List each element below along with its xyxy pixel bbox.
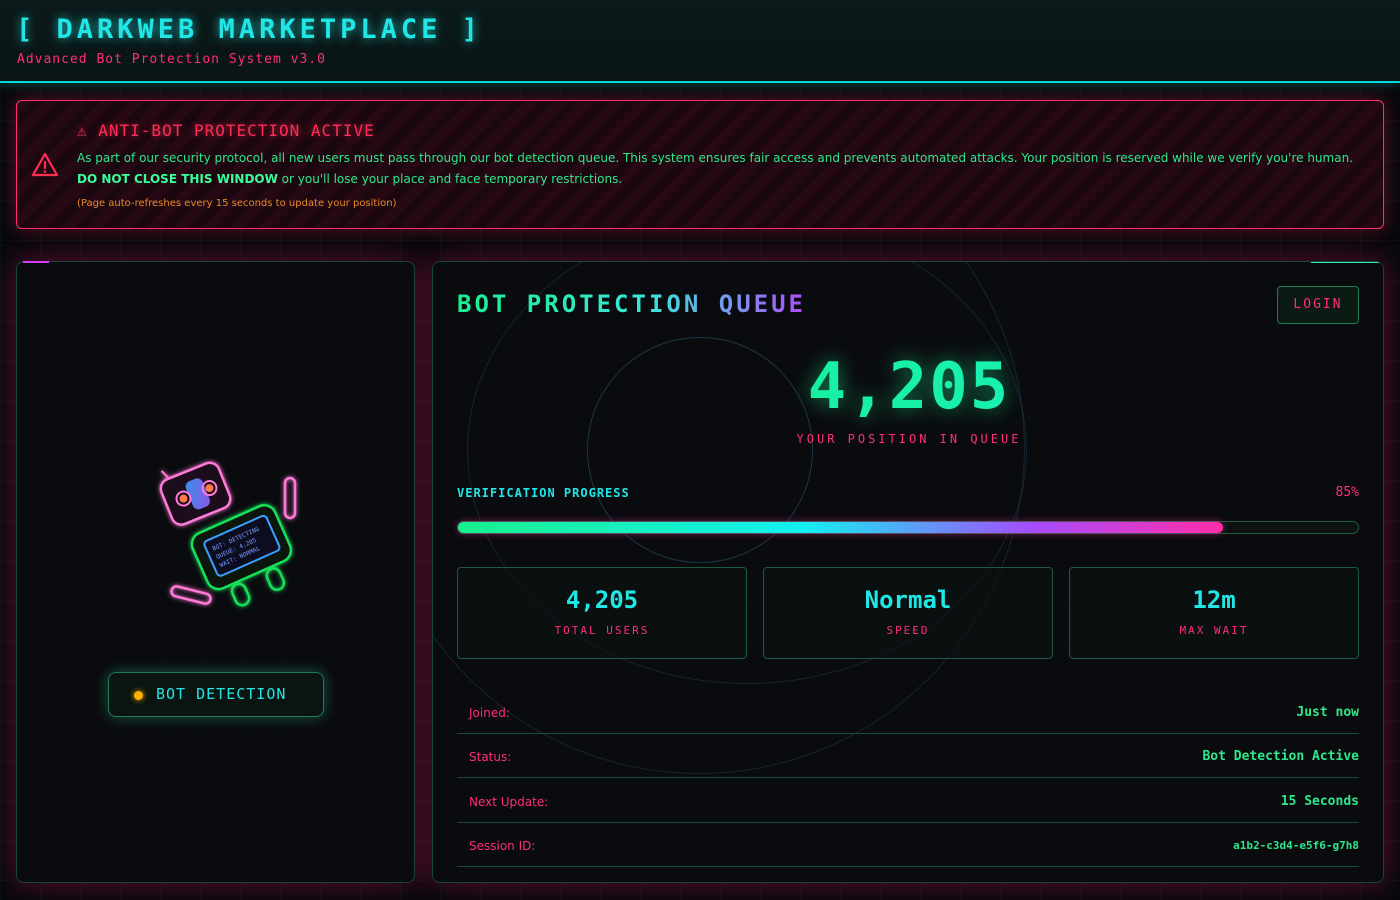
info-value: Bot Detection Active — [1202, 749, 1359, 764]
progress-bar — [457, 521, 1359, 534]
info-value: 15 Seconds — [1280, 794, 1359, 809]
progress-label: VERIFICATION PROGRESS — [457, 486, 630, 500]
info-key: Session ID: — [469, 839, 536, 853]
site-title: [ DARKWEB MARKETPLACE ] — [16, 14, 482, 45]
progress-bar-fill — [458, 522, 1223, 533]
progress-percent: 85% — [1335, 485, 1359, 500]
info-value: Just now — [1296, 705, 1359, 720]
info-key: Next Update: — [469, 795, 549, 809]
info-row-status: Status: Bot Detection Active — [457, 734, 1359, 778]
robot-illustration: BOT: DETECTING QUEUE: 4,205 WAIT: NORMAL — [159, 461, 297, 607]
site-subtitle: Advanced Bot Protection System v3.0 — [17, 52, 326, 67]
alert-body-text-end: or you'll lose your place and face tempo… — [277, 172, 623, 186]
queue-title-main: BOT PROTECTION — [457, 290, 719, 318]
queue-position-label: YOUR POSITION IN QUEUE — [796, 432, 1022, 446]
stat-label: MAX WAIT — [1179, 624, 1249, 637]
info-row-session-id: Session ID: a1b2-c3d4-e5f6-g7h8 — [457, 823, 1359, 867]
info-row-next-update: Next Update: 15 Seconds — [457, 779, 1359, 823]
alert-body: As part of our security protocol, all ne… — [77, 148, 1367, 190]
alert-refresh-note: (Page auto-refreshes every 15 seconds to… — [77, 198, 397, 209]
stat-label: SPEED — [886, 624, 930, 637]
stat-max-wait: 12m MAX WAIT — [1069, 567, 1359, 659]
stat-speed: Normal SPEED — [763, 567, 1053, 659]
alert-body-warning: DO NOT CLOSE THIS WINDOW — [77, 172, 278, 186]
info-row-joined: Joined: Just now — [457, 690, 1359, 734]
stat-value: 4,205 — [565, 586, 639, 614]
queue-title: BOT PROTECTION QUEUE — [457, 290, 806, 318]
queue-position-number: 4,205 — [433, 350, 1383, 424]
warning-triangle-icon — [31, 152, 59, 177]
stat-value: Normal — [864, 586, 952, 614]
info-key: Status: — [469, 750, 512, 764]
queue-panel: BOT PROTECTION QUEUE LOGIN 4,205 YOUR PO… — [432, 261, 1384, 883]
alert-body-text: As part of our security protocol, all ne… — [77, 151, 1354, 165]
queue-title-accent: QUEUE — [718, 290, 806, 318]
status-dot-icon — [134, 691, 143, 700]
bot-detection-panel: BOT: DETECTING QUEUE: 4,205 WAIT: NORMAL… — [16, 261, 415, 883]
stat-label: TOTAL USERS — [554, 624, 650, 637]
info-key: Joined: — [469, 706, 510, 720]
bot-detection-label: BOT DETECTION — [156, 685, 287, 703]
login-button[interactable]: LOGIN — [1277, 286, 1359, 324]
stat-total-users: 4,205 TOTAL USERS — [457, 567, 747, 659]
bot-detection-badge: BOT DETECTION — [108, 672, 324, 717]
header: [ DARKWEB MARKETPLACE ] Advanced Bot Pro… — [0, 0, 1400, 83]
session-id-value: a1b2-c3d4-e5f6-g7h8 — [1233, 839, 1359, 852]
anti-bot-alert: ⚠ ANTI-BOT PROTECTION ACTIVE As part of … — [16, 100, 1384, 229]
stat-value: 12m — [1192, 586, 1236, 614]
alert-title: ⚠ ANTI-BOT PROTECTION ACTIVE — [77, 121, 375, 140]
